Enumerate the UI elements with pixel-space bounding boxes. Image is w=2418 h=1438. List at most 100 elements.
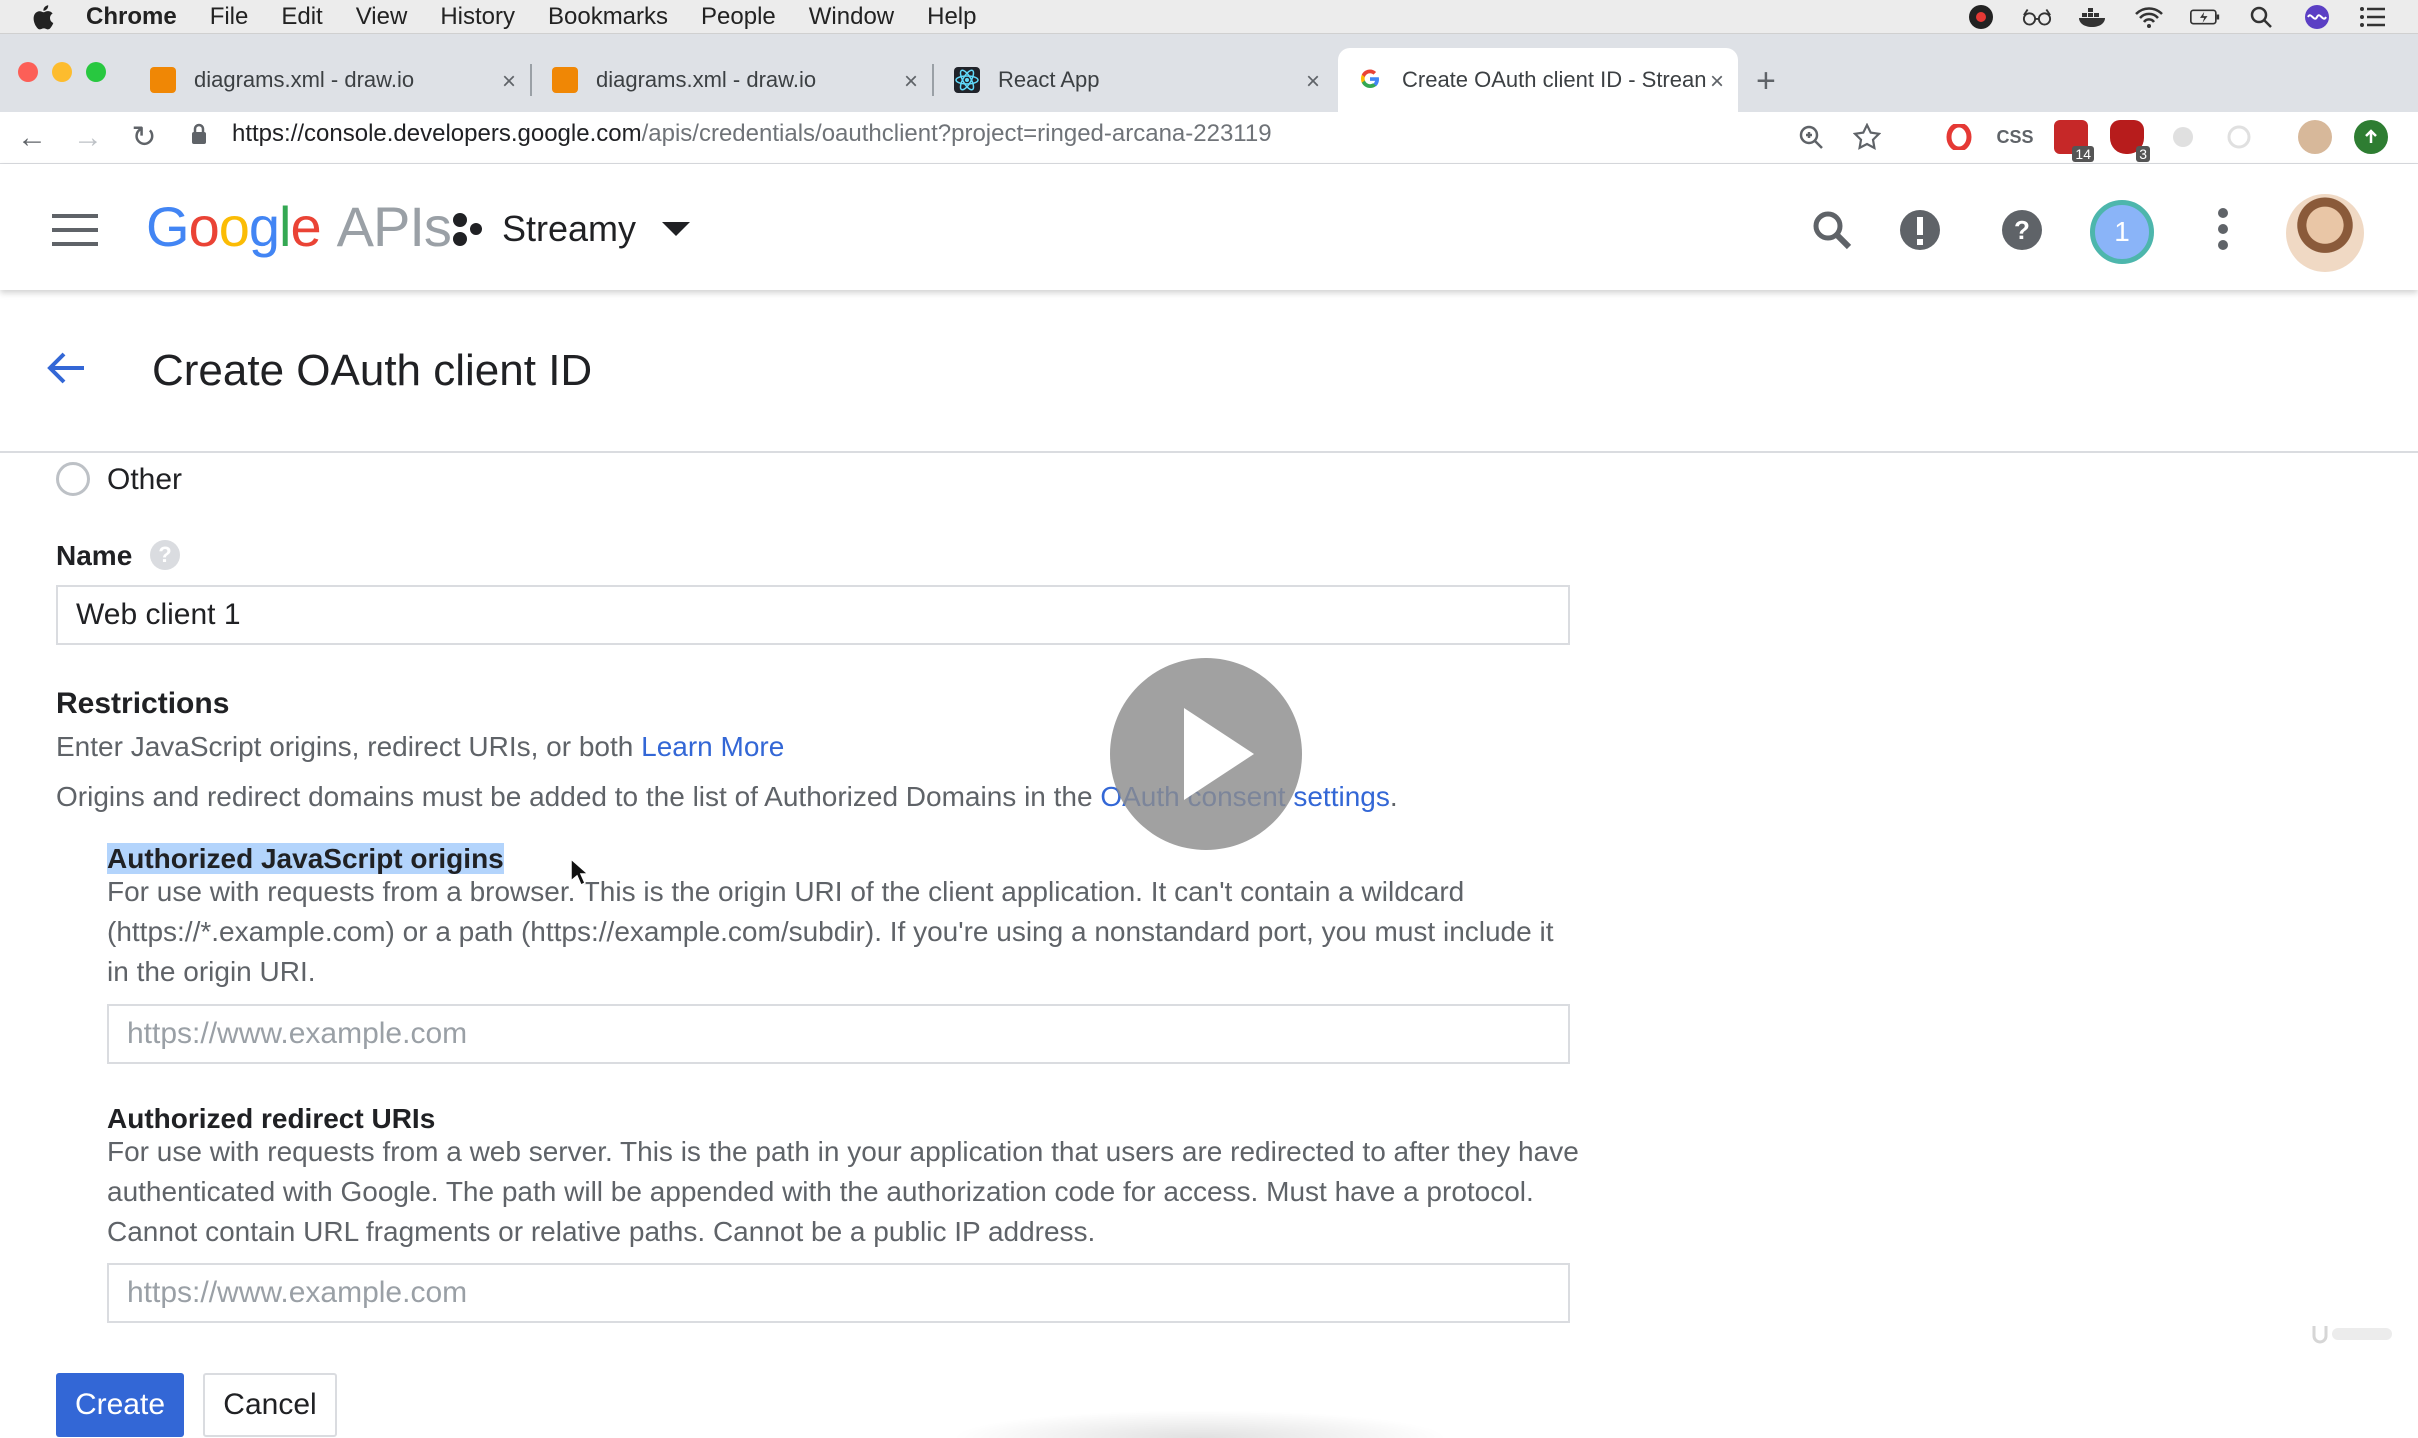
help-icon[interactable]: ?	[150, 540, 180, 570]
menu-bookmarks[interactable]: Bookmarks	[548, 3, 668, 31]
minimize-window-button[interactable]	[52, 62, 72, 82]
tab-drawio-1[interactable]: diagrams.xml - draw.io ×	[130, 48, 532, 112]
help-icon[interactable]: ?	[2000, 208, 2044, 252]
search-icon[interactable]	[1810, 208, 1854, 252]
origins-heading-text: Authorized JavaScript origins	[107, 843, 504, 874]
video-play-button[interactable]	[1110, 658, 1302, 850]
ublock-extension-icon[interactable]: 3	[2110, 120, 2150, 162]
extension-faded-icon[interactable]	[2222, 120, 2256, 154]
back-nav-icon[interactable]: ←	[4, 121, 60, 155]
project-dots-icon	[453, 213, 482, 246]
reload-icon[interactable]: ↻	[116, 120, 172, 155]
back-arrow-icon[interactable]	[44, 346, 88, 390]
menu-history[interactable]: History	[440, 3, 515, 31]
more-options-icon[interactable]	[2218, 208, 2230, 256]
period-text: .	[1389, 781, 1398, 812]
menu-app-name[interactable]: Chrome	[86, 3, 177, 31]
play-icon	[1184, 708, 1254, 800]
drawio-icon	[150, 67, 176, 93]
opera-extension-icon[interactable]	[1942, 120, 1976, 154]
google-icon	[1358, 67, 1384, 93]
glasses-icon[interactable]	[2022, 4, 2052, 30]
redirect-desc-line: authenticated with Google. The path will…	[107, 1176, 1534, 1207]
menu-people[interactable]: People	[701, 3, 776, 31]
css-extension-icon[interactable]: CSS	[1997, 120, 2034, 154]
project-selector[interactable]: Streamy	[450, 208, 691, 250]
extension-badge: 3	[2136, 146, 2150, 162]
restrictions-heading: Restrictions	[56, 687, 230, 720]
notification-center-icon[interactable]	[2358, 4, 2388, 30]
cancel-button[interactable]: Cancel	[203, 1373, 337, 1437]
window-controls	[18, 62, 106, 82]
browser-toolbar: ← → ↻ https://console.developers.google.…	[0, 112, 2418, 164]
restrictions-text: Enter JavaScript origins, redirect URIs,…	[56, 727, 784, 767]
profile-avatar-small[interactable]	[2298, 120, 2332, 154]
menu-help[interactable]: Help	[927, 3, 976, 31]
extension-faded-icon[interactable]	[2166, 120, 2200, 154]
siri-icon[interactable]	[2302, 4, 2332, 30]
logo-google: Google	[146, 195, 322, 258]
close-window-button[interactable]	[18, 62, 38, 82]
origins-uri-input[interactable]: https://www.example.com	[107, 1004, 1570, 1064]
bookmark-star-icon[interactable]	[1850, 120, 1884, 154]
status-app-icon[interactable]	[1966, 4, 1996, 30]
redirect-uri-input[interactable]: https://www.example.com	[107, 1263, 1570, 1323]
wifi-icon[interactable]	[2134, 4, 2164, 30]
alert-icon[interactable]	[1898, 208, 1942, 252]
tab-drawio-2[interactable]: diagrams.xml - draw.io ×	[532, 48, 934, 112]
update-available-icon[interactable]	[2354, 120, 2388, 154]
lock-icon	[192, 123, 206, 144]
menu-view[interactable]: View	[356, 3, 408, 31]
tab-react-app[interactable]: React App ×	[934, 48, 1334, 112]
svg-text:?: ?	[2014, 215, 2030, 245]
docker-icon[interactable]	[2078, 4, 2108, 30]
close-tab-icon[interactable]: ×	[502, 68, 516, 96]
domains-description: Origins and redirect domains must be add…	[56, 781, 1093, 812]
zoom-icon[interactable]	[1794, 120, 1828, 154]
calendar-extension-icon[interactable]: 14	[2054, 120, 2094, 162]
close-tab-icon[interactable]: ×	[904, 68, 918, 96]
drawio-icon	[552, 67, 578, 93]
apple-icon[interactable]	[28, 3, 58, 31]
google-apis-header: Google APIs Streamy ? 1	[0, 164, 2418, 290]
extension-badge: 14	[2072, 146, 2094, 162]
page-title: Create OAuth client ID	[152, 346, 593, 395]
close-tab-icon[interactable]: ×	[1306, 68, 1320, 96]
redirect-heading: Authorized redirect URIs	[107, 1103, 436, 1134]
browser-tab-strip: diagrams.xml - draw.io × diagrams.xml - …	[0, 34, 2418, 112]
forward-nav-icon[interactable]: →	[60, 121, 116, 155]
origins-desc-line: For use with requests from a browser. Th…	[107, 876, 1465, 907]
url-host: https://console.developers.google.com	[232, 120, 642, 147]
radio-other-label[interactable]: Other	[107, 463, 182, 497]
name-field[interactable]: Web client 1	[56, 585, 1570, 645]
mac-menu-bar: Chrome File Edit View History Bookmarks …	[0, 0, 2418, 34]
redirect-desc-line: For use with requests from a web server.…	[107, 1136, 1579, 1167]
extensions-area: CSS 14 3	[1794, 120, 2388, 162]
menu-window[interactable]: Window	[809, 3, 894, 31]
project-name: Streamy	[502, 208, 637, 249]
google-apis-logo[interactable]: Google APIs	[146, 194, 452, 259]
menu-file[interactable]: File	[210, 3, 249, 31]
react-icon	[954, 67, 980, 93]
new-tab-button[interactable]: +	[1756, 62, 1776, 101]
radio-other[interactable]	[56, 462, 90, 496]
redirect-description: For use with requests from a web server.…	[107, 1132, 1579, 1252]
zoom-window-button[interactable]	[86, 62, 106, 82]
tab-title: Create OAuth client ID - Strean	[1402, 67, 1707, 92]
close-tab-icon[interactable]: ×	[1710, 68, 1724, 96]
hamburger-menu-icon[interactable]	[52, 214, 98, 256]
address-bar[interactable]: https://console.developers.google.com/ap…	[190, 120, 1272, 148]
chevron-down-icon	[662, 222, 691, 236]
spotlight-search-icon[interactable]	[2246, 4, 2276, 30]
notification-badge[interactable]: 1	[2090, 200, 2154, 264]
mouse-cursor-icon	[570, 858, 588, 886]
avatar[interactable]	[2286, 194, 2364, 272]
url-path: /apis/credentials/oauthclient?project=ri…	[641, 120, 1272, 147]
battery-icon[interactable]	[2190, 4, 2220, 30]
udemy-watermark-icon	[2310, 1318, 2400, 1354]
menu-edit[interactable]: Edit	[281, 3, 322, 31]
tab-create-oauth-active[interactable]: Create OAuth client ID - Strean ×	[1338, 48, 1738, 112]
tab-title: diagrams.xml - draw.io	[596, 67, 817, 92]
create-button[interactable]: Create	[56, 1373, 184, 1437]
learn-more-link[interactable]: Learn More	[641, 731, 784, 762]
